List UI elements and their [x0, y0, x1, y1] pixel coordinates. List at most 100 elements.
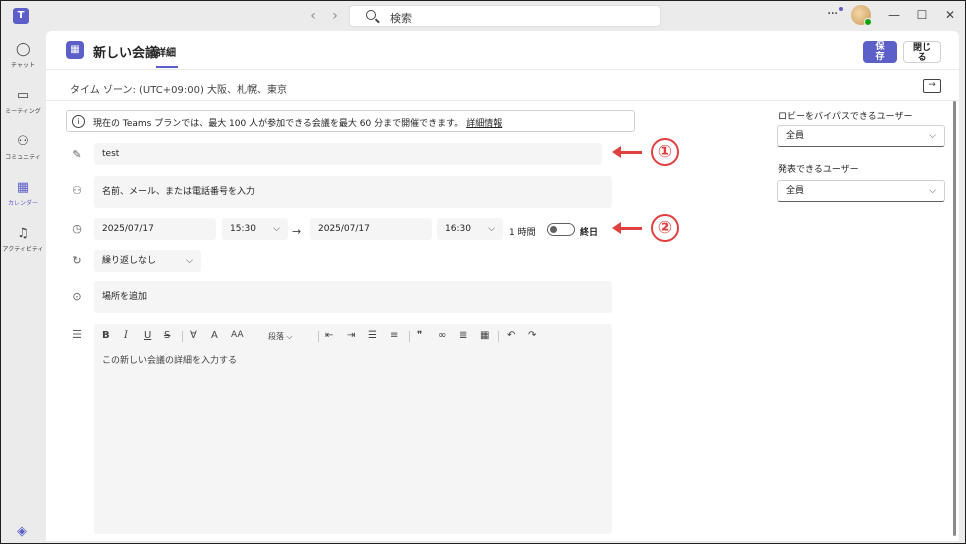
rail-item-activity[interactable]: ♫ アクティビティ [1, 223, 45, 263]
callout-arrow-1 [612, 146, 642, 158]
meeting-form-panel: ▦ 新しい会議 詳細 保存 閉じる タイム ゾーン: (UTC+09:00) 大… [46, 31, 959, 541]
start-date-input[interactable]: 2025/07/17 [94, 218, 216, 240]
close-window-icon[interactable]: ✕ [942, 7, 958, 23]
tab-active-indicator [156, 66, 178, 68]
search-placeholder: 検索 [390, 12, 412, 25]
side-pane-toggle-icon[interactable]: → [923, 79, 941, 93]
italic-button[interactable]: I [124, 330, 128, 341]
rail-item-label: チャット [11, 62, 35, 69]
paragraph-label: 段落 [268, 332, 284, 341]
plan-info-banner: i 現在の Teams プランでは、最大 100 人が参加できる会議を最大 60… [66, 110, 635, 132]
highlight-icon[interactable]: ∀ [190, 330, 197, 341]
title-input[interactable]: test [94, 143, 602, 165]
calendar-header-icon: ▦ [66, 41, 84, 59]
presence-available-icon [864, 18, 872, 26]
indent-icon[interactable]: ⇥ [347, 330, 355, 341]
bullet-list-icon[interactable]: ☰ [368, 330, 377, 341]
underline-button[interactable]: U [144, 330, 151, 341]
paragraph-select[interactable]: 段落 ⌵ [268, 331, 293, 342]
community-icon: ⚇ [17, 134, 29, 149]
strikethrough-button[interactable]: S [164, 330, 170, 341]
chevron-down-icon[interactable]: ⌵ [249, 79, 257, 93]
scrollbar[interactable] [953, 101, 956, 536]
end-time-value: 16:30 [445, 224, 471, 234]
table-icon[interactable]: ▦ [480, 330, 489, 341]
start-time-value: 15:30 [230, 224, 256, 234]
teams-logo-icon: T [13, 8, 29, 24]
repeat-value: 繰り返しなし [102, 256, 157, 266]
toolbar-divider [409, 331, 410, 342]
app-rail: ◯ チャット ▭ ミーティング ⚇ コミュニティ ▦ カレンダー ♫ アクティビ… [1, 31, 45, 543]
rail-item-chat[interactable]: ◯ チャット [1, 39, 45, 79]
more-options-icon[interactable]: ··· [827, 6, 838, 22]
callout-number-1: ① [651, 138, 679, 166]
callout-number-2: ② [651, 214, 679, 242]
presenters-value: 全員 [786, 186, 805, 196]
duration-label: 1 時間 [509, 228, 536, 238]
notification-dot [839, 7, 843, 11]
all-day-toggle[interactable] [547, 223, 575, 236]
rail-item-community[interactable]: ⚇ コミュニティ [1, 131, 45, 171]
toggle-knob [550, 226, 557, 233]
location-pin-icon: ⊙ [72, 290, 82, 303]
rail-item-calendar[interactable]: ▦ カレンダー [1, 177, 45, 217]
chevron-down-icon: ⌵ [929, 131, 936, 141]
editor-placeholder: この新しい会議の詳細を入力する [102, 356, 238, 366]
calendar-icon: ▦ [16, 180, 30, 195]
attendees-input[interactable]: 名前、メール、または電話番号を入力 [94, 176, 612, 208]
more-info-link[interactable]: 詳細情報 [466, 119, 502, 129]
minimize-icon[interactable]: — [886, 7, 902, 23]
all-day-label: 終日 [580, 228, 599, 238]
numbered-list-icon[interactable]: ≡ [390, 330, 398, 341]
lobby-bypass-value: 全員 [786, 131, 805, 141]
search-icon [366, 10, 376, 20]
toolbar-divider [318, 331, 319, 342]
tab-details[interactable]: 詳細 [156, 44, 176, 59]
search-input[interactable]: 検索 [349, 5, 661, 27]
save-button[interactable]: 保存 [863, 41, 897, 63]
rail-item-meeting[interactable]: ▭ ミーティング [1, 85, 45, 125]
info-icon: i [72, 115, 85, 128]
undo-icon[interactable]: ↶ [507, 330, 515, 341]
chevron-down-icon: ⌵ [929, 186, 936, 196]
banner-text-wrap: 現在の Teams プランでは、最大 100 人が参加できる会議を最大 60 分… [93, 116, 502, 129]
bold-button[interactable]: B [102, 330, 110, 341]
start-time-select[interactable]: 15:30 ⌵ [222, 218, 288, 240]
rail-item-label: カレンダー [7, 200, 38, 207]
teams-window: T ‹ › 検索 ··· — ☐ ✕ ◯ チャット ▭ ミーティング ⚇ コミュ… [1, 1, 965, 543]
location-input[interactable]: 場所を追加 [94, 281, 612, 313]
rail-item-label: アクティビティ [2, 246, 44, 253]
quote-icon[interactable]: ❞ [417, 330, 422, 341]
end-time-select[interactable]: 16:30 ⌵ [437, 218, 503, 240]
clock-icon: ◷ [72, 222, 82, 235]
details-editor[interactable]: B I U S ∀ A AA 段落 ⌵ ⇤ ⇥ ☰ ≡ ❞ ∞ ≣ ▦ ↶ ↷ … [94, 324, 612, 534]
close-button[interactable]: 閉じる [903, 41, 941, 63]
maximize-icon[interactable]: ☐ [914, 7, 930, 23]
font-size-icon[interactable]: AA [231, 330, 244, 340]
presenters-select[interactable]: 全員 ⌵ [777, 180, 945, 202]
lobby-bypass-select[interactable]: 全員 ⌵ [777, 125, 945, 147]
rail-item-label: コミュニティ [5, 154, 41, 161]
horizontal-rule-icon[interactable]: ≣ [459, 330, 467, 341]
page-title: 新しい会議 [93, 46, 159, 61]
repeat-select[interactable]: 繰り返しなし ⌵ [94, 250, 201, 272]
presenters-label: 発表できるユーザー [778, 165, 859, 175]
pencil-icon: ✎ [72, 148, 82, 161]
toolbar-divider [182, 331, 183, 342]
end-date-input[interactable]: 2025/07/17 [310, 218, 432, 240]
lobby-bypass-label: ロビーをバイパスできるユーザー [778, 112, 913, 122]
avatar[interactable] [851, 5, 872, 26]
redo-icon[interactable]: ↷ [528, 330, 536, 341]
callout-arrow-2 [612, 222, 642, 234]
rail-item-label: ミーティング [5, 108, 41, 115]
forward-icon[interactable]: › [327, 8, 343, 24]
banner-text: 現在の Teams プランでは、最大 100 人が参加できる会議を最大 60 分… [93, 119, 464, 129]
outdent-icon[interactable]: ⇤ [325, 330, 333, 341]
link-icon[interactable]: ∞ [438, 330, 446, 341]
font-color-icon[interactable]: A [211, 330, 218, 341]
premium-diamond-icon[interactable]: ◈ [15, 525, 29, 539]
back-icon[interactable]: ‹ [305, 8, 321, 24]
divider [46, 100, 959, 101]
video-icon: ▭ [16, 88, 30, 103]
chevron-down-icon: ⌵ [488, 224, 495, 234]
